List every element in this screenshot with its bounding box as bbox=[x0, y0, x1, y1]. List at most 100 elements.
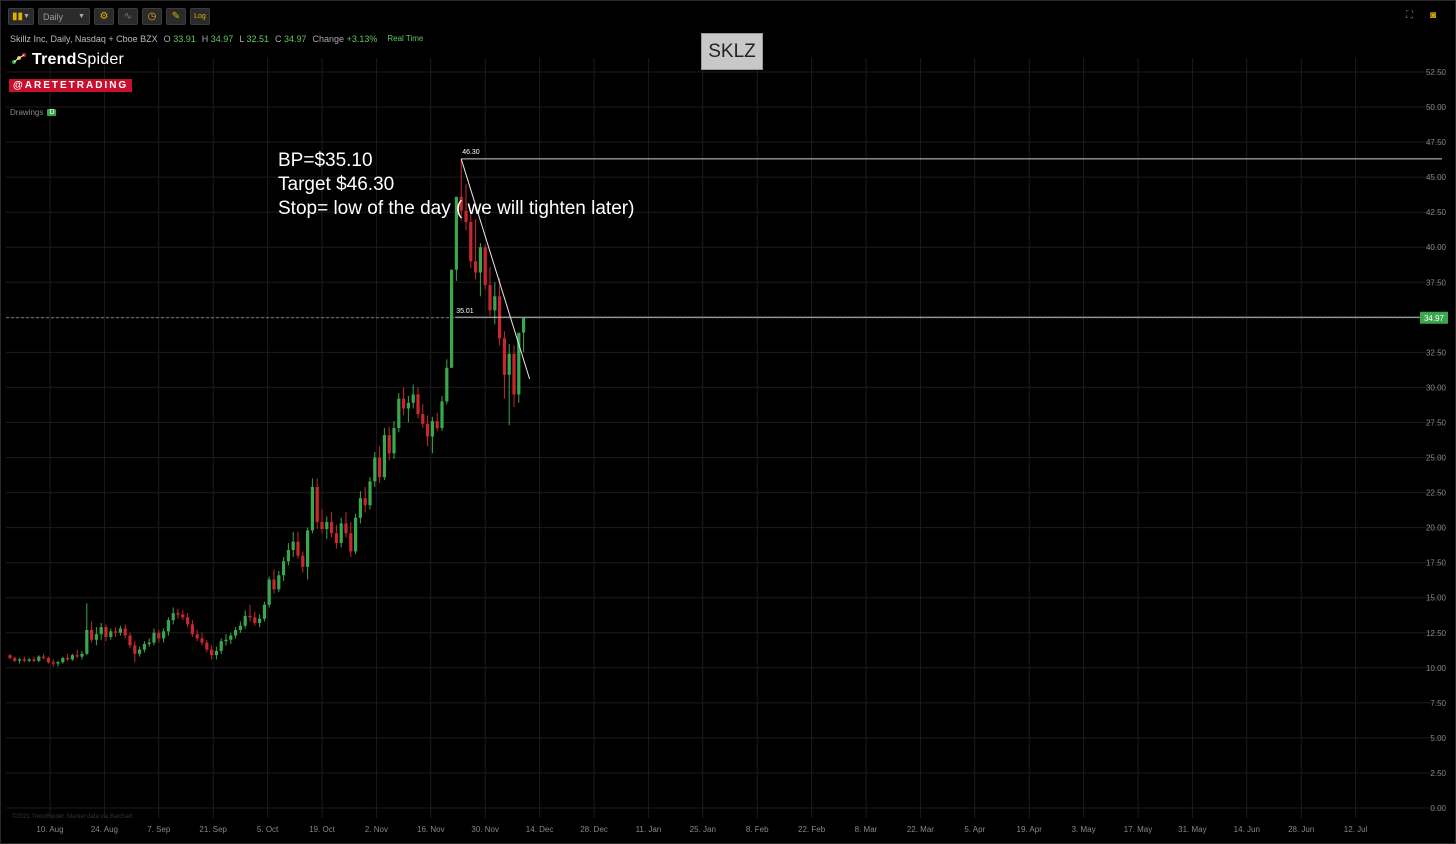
x-tick-label: 12. Jul bbox=[1344, 825, 1368, 834]
candle bbox=[344, 512, 348, 538]
candle bbox=[162, 628, 166, 643]
candle-body bbox=[147, 642, 151, 644]
settings-button[interactable]: ⚙ bbox=[93, 8, 114, 25]
candle bbox=[157, 629, 161, 643]
price-chart[interactable]: 0.00 2.50 5.00 7.50 10.00 12.50 15.00 17.50 20.0… bbox=[0, 0, 1456, 844]
candle-body bbox=[123, 628, 127, 636]
candle bbox=[248, 604, 252, 622]
candle-body bbox=[90, 629, 94, 640]
candle-body bbox=[104, 627, 108, 637]
candle bbox=[397, 393, 401, 433]
candle-body bbox=[258, 618, 262, 623]
candle bbox=[368, 477, 372, 510]
candle bbox=[450, 269, 454, 368]
high-label: H bbox=[201, 34, 209, 44]
candle-body bbox=[306, 530, 310, 567]
candle-body bbox=[406, 402, 410, 409]
y-tick-label: 15.00 bbox=[1426, 594, 1447, 603]
low-value: 32.51 bbox=[246, 34, 269, 44]
candle bbox=[382, 428, 386, 480]
candles-icon: ▮▮ bbox=[12, 11, 24, 22]
candle-body bbox=[46, 657, 50, 663]
x-tick-label: 2. Nov bbox=[365, 825, 388, 834]
candle bbox=[234, 627, 238, 639]
gear-icon: ⚙ bbox=[99, 11, 109, 22]
chart-type-button[interactable]: ▮▮ ▼ bbox=[8, 8, 34, 25]
candle bbox=[118, 625, 122, 636]
candle-body bbox=[66, 657, 70, 660]
chart-toolbar: ▮▮ ▼ Daily ▼ ⚙ ∿ ◷ ✎ Log bbox=[8, 8, 210, 26]
x-tick-label: 21. Sep bbox=[199, 825, 227, 834]
candle bbox=[13, 656, 17, 663]
candle bbox=[22, 656, 26, 663]
candle-body bbox=[75, 655, 79, 657]
candle-body bbox=[402, 398, 406, 409]
change-label: Change bbox=[312, 34, 345, 44]
interval-select[interactable]: Daily ▼ bbox=[37, 8, 90, 25]
candle-body bbox=[478, 247, 482, 273]
candle-body bbox=[243, 615, 247, 626]
y-tick-label: 7.50 bbox=[1430, 699, 1446, 708]
drawings-layer[interactable]: 46.3035.0134.97 bbox=[6, 149, 1448, 380]
y-tick-label: 22.50 bbox=[1426, 489, 1447, 498]
candle-body bbox=[138, 649, 142, 654]
candle-body bbox=[248, 615, 252, 618]
candle bbox=[27, 657, 31, 663]
indicators-button[interactable]: ∿ bbox=[117, 8, 138, 25]
candle bbox=[133, 641, 137, 663]
candle bbox=[70, 653, 74, 661]
candle bbox=[90, 621, 94, 643]
candle bbox=[229, 632, 233, 644]
candle bbox=[51, 659, 55, 667]
clock-button[interactable]: ◷ bbox=[141, 8, 162, 25]
candle bbox=[277, 571, 281, 593]
candle bbox=[421, 404, 425, 429]
brand-name-bold: Trend bbox=[32, 51, 77, 68]
candle-body bbox=[22, 659, 26, 661]
candle-body bbox=[262, 604, 266, 619]
drawing-tool-button[interactable]: ✎ bbox=[165, 8, 186, 25]
candle bbox=[416, 387, 420, 419]
candle bbox=[262, 601, 266, 622]
candle-body bbox=[51, 662, 55, 664]
candle bbox=[205, 639, 209, 653]
x-tick-label: 14. Jun bbox=[1234, 825, 1260, 834]
candle-body bbox=[488, 285, 492, 311]
candle-body bbox=[224, 639, 228, 642]
camera-icon[interactable]: ◙ bbox=[1430, 11, 1440, 21]
candle bbox=[406, 395, 410, 423]
candle bbox=[190, 620, 194, 637]
log-scale-button[interactable]: Log bbox=[189, 8, 210, 25]
candle bbox=[483, 244, 487, 290]
candle bbox=[426, 415, 430, 447]
candle-body bbox=[171, 613, 175, 621]
candle-body bbox=[109, 631, 113, 637]
high-value: 34.97 bbox=[210, 34, 234, 44]
candle bbox=[258, 614, 262, 628]
candle bbox=[186, 613, 190, 628]
x-tick-label: 3. May bbox=[1072, 825, 1096, 834]
candle-body bbox=[502, 338, 506, 375]
drawings-badge: D bbox=[47, 109, 57, 116]
candle bbox=[512, 345, 516, 408]
x-tick-label: 5. Oct bbox=[257, 825, 279, 834]
y-tick-label: 52.50 bbox=[1426, 68, 1447, 77]
open-value: 33.91 bbox=[173, 34, 196, 44]
open-item: O 33.91 bbox=[164, 34, 196, 44]
candle-body bbox=[210, 649, 214, 656]
candle-body bbox=[61, 657, 65, 663]
candle bbox=[435, 412, 439, 431]
candle-body bbox=[358, 498, 362, 518]
candle bbox=[498, 278, 502, 346]
y-tick-label: 27.50 bbox=[1426, 418, 1447, 427]
stop-text: Stop= low of the day ( we will tighten l… bbox=[278, 198, 635, 219]
candle-body bbox=[166, 620, 170, 632]
drawings-toggle[interactable]: Drawings D bbox=[10, 108, 57, 117]
target-text: Target $46.30 bbox=[278, 174, 395, 195]
change-value: +3.13% bbox=[346, 34, 378, 44]
y-tick-label: 20.00 bbox=[1426, 524, 1447, 533]
twitter-handle: @ARETETRADING bbox=[9, 79, 133, 92]
fullscreen-icon[interactable]: ⛶ bbox=[1406, 11, 1416, 21]
candle-body bbox=[349, 533, 353, 552]
candle bbox=[66, 653, 70, 661]
